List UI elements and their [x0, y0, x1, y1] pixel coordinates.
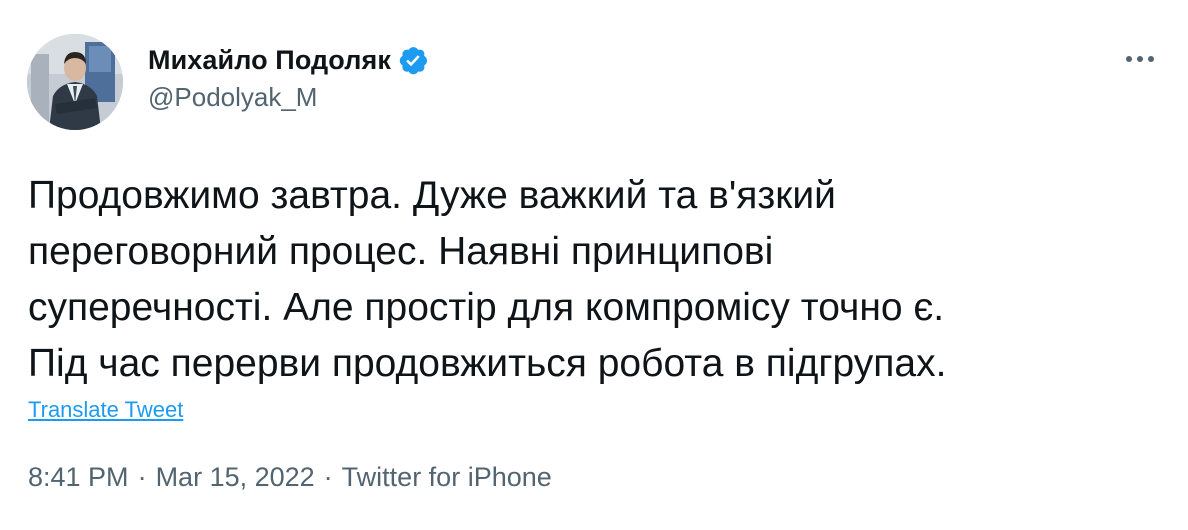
- tweet-text-line: суперечності. Але простір для компромісу…: [28, 286, 945, 329]
- avatar-photo: [27, 34, 123, 130]
- display-name[interactable]: Михайло Подоляк: [148, 45, 391, 76]
- translate-tweet-link[interactable]: Translate Tweet: [28, 397, 183, 423]
- tweet-card: Михайло Подоляк @Podolyak_M Продовжимо з…: [0, 0, 1188, 530]
- tweet-source[interactable]: Twitter for iPhone: [342, 462, 552, 493]
- tweet-time[interactable]: 8:41 PM: [28, 462, 129, 493]
- tweet-date[interactable]: Mar 15, 2022: [156, 462, 315, 493]
- tweet-text-line: Продовжимо завтра. Дуже важкий та в'язки…: [28, 174, 836, 217]
- tweet-text: Продовжимо завтра. Дуже важкий та в'язки…: [28, 168, 1168, 392]
- more-options-button[interactable]: [1122, 44, 1158, 74]
- author-handle[interactable]: @Podolyak_M: [148, 82, 317, 113]
- more-horizontal-icon: [1126, 56, 1154, 62]
- meta-separator: ·: [323, 462, 333, 492]
- verified-badge-icon: [397, 44, 429, 76]
- tweet-text-line: переговорний процес. Наявні принципові: [28, 230, 774, 273]
- tweet-text-line: Під час перерви продовжиться робота в пі…: [28, 342, 947, 385]
- meta-separator: ·: [137, 462, 147, 492]
- tweet-metadata: 8:41 PM · Mar 15, 2022 · Twitter for iPh…: [28, 462, 552, 493]
- avatar[interactable]: [27, 34, 123, 130]
- author-name-row: Михайло Подоляк: [148, 42, 429, 78]
